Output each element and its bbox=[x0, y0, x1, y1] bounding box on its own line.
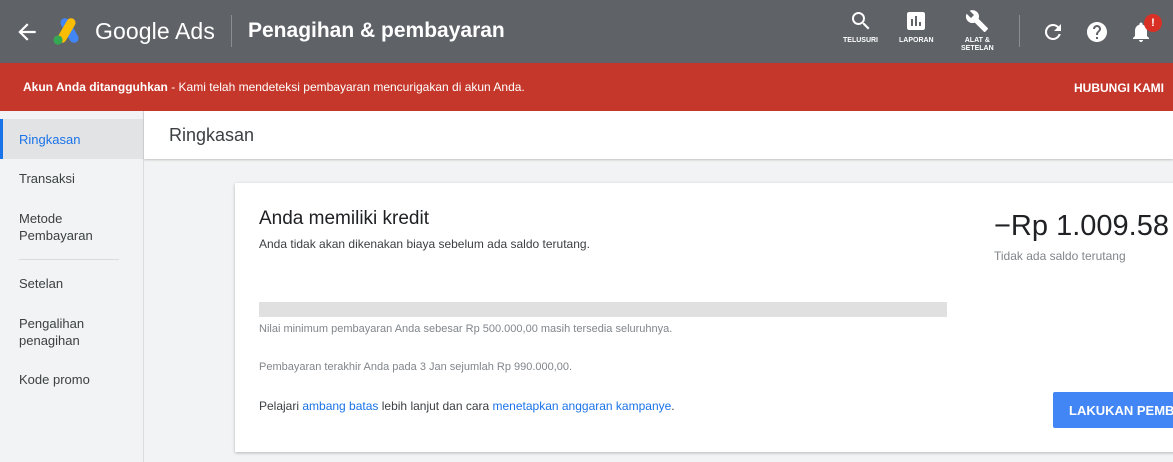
minimum-payment-note: Nilai minimum pembayaran Anda sebesar Rp… bbox=[259, 323, 673, 335]
alert-bold-text: Akun Anda ditangguhkan bbox=[23, 80, 168, 94]
sidebar-item-summary[interactable]: Ringkasan bbox=[0, 119, 143, 159]
learn-middle: lebih lanjut dan cara bbox=[378, 399, 493, 413]
notification-badge[interactable]: ! bbox=[1144, 14, 1162, 32]
card-subtitle: Anda tidak akan dikenakan biaya sebelum … bbox=[259, 237, 590, 251]
credit-amount: −Rp 1.009.58 bbox=[994, 210, 1169, 242]
reports-tool-label: LAPORAN bbox=[899, 37, 934, 44]
payment-methods-line2: Pembayaran bbox=[19, 228, 93, 243]
account-suspended-banner: Akun Anda ditangguhkan - Kami telah mend… bbox=[0, 63, 1173, 111]
learn-more-text: Pelajari ambang batas lebih lanjut dan c… bbox=[259, 399, 675, 413]
campaign-budget-link[interactable]: menetapkan anggaran kampanye bbox=[493, 399, 672, 413]
page-title: Penagihan & pembayaran bbox=[248, 19, 505, 42]
google-ads-logo-icon[interactable] bbox=[52, 16, 84, 46]
sidebar: Ringkasan Transaksi Metode Pembayaran Set… bbox=[0, 111, 144, 462]
help-icon[interactable] bbox=[1085, 20, 1109, 44]
alert-message: Akun Anda ditangguhkan - Kami telah mend… bbox=[23, 80, 525, 94]
sidebar-divider bbox=[19, 259, 119, 260]
header-divider-right bbox=[1019, 15, 1020, 47]
brand-name[interactable]: Google Ads bbox=[95, 18, 215, 45]
billing-transfer-line1: Pengalihan bbox=[19, 316, 85, 331]
sidebar-item-payment-methods[interactable]: Metode Pembayaran bbox=[0, 210, 143, 244]
card-title: Anda memiliki kredit bbox=[259, 208, 429, 229]
make-payment-button[interactable]: LAKUKAN PEMBAYARAN bbox=[1053, 392, 1173, 428]
wrench-icon bbox=[966, 10, 989, 32]
sidebar-item-settings[interactable]: Setelan bbox=[0, 275, 143, 292]
section-header: Ringkasan bbox=[144, 111, 1173, 159]
sidebar-item-transactions[interactable]: Transaksi bbox=[0, 170, 143, 187]
search-icon bbox=[851, 12, 869, 30]
payment-progress-bar bbox=[259, 302, 947, 317]
threshold-link[interactable]: ambang batas bbox=[302, 399, 378, 413]
billing-transfer-line2: penagihan bbox=[19, 333, 80, 348]
tools-settings-label: ALAT & SETELAN bbox=[961, 37, 994, 53]
sidebar-item-billing-transfer[interactable]: Pengalihan penagihan bbox=[0, 315, 143, 349]
payment-methods-line1: Metode bbox=[19, 211, 63, 226]
top-app-bar: Google Ads Penagihan & pembayaran TELUSU… bbox=[0, 0, 1173, 63]
bar-chart-icon bbox=[907, 12, 926, 30]
tools-settings-button[interactable]: ALAT & SETELAN bbox=[961, 9, 994, 53]
back-arrow-icon[interactable] bbox=[14, 19, 40, 45]
alert-detail-text: - Kami telah mendeteksi pembayaran mencu… bbox=[167, 80, 525, 94]
sidebar-item-promo-code[interactable]: Kode promo bbox=[0, 371, 143, 388]
refresh-icon[interactable] bbox=[1041, 20, 1065, 44]
learn-suffix: . bbox=[671, 399, 675, 413]
search-tool-label: TELUSURI bbox=[843, 37, 878, 44]
tools-label-line2: SETELAN bbox=[961, 45, 994, 52]
section-title: Ringkasan bbox=[169, 125, 255, 145]
search-tool-button[interactable]: TELUSURI bbox=[843, 9, 878, 45]
tools-label-line1: ALAT & bbox=[964, 37, 990, 44]
balance-status: Tidak ada saldo terutang bbox=[994, 249, 1126, 263]
contact-us-link[interactable]: HUBUNGI KAMI bbox=[1074, 81, 1164, 95]
learn-prefix: Pelajari bbox=[259, 399, 303, 413]
header-divider bbox=[231, 15, 232, 47]
reports-tool-button[interactable]: LAPORAN bbox=[899, 9, 934, 45]
last-payment-note: Pembayaran terakhir Anda pada 3 Jan seju… bbox=[259, 361, 573, 373]
credit-summary-card: Anda memiliki kredit Anda tidak akan dik… bbox=[235, 183, 1173, 452]
